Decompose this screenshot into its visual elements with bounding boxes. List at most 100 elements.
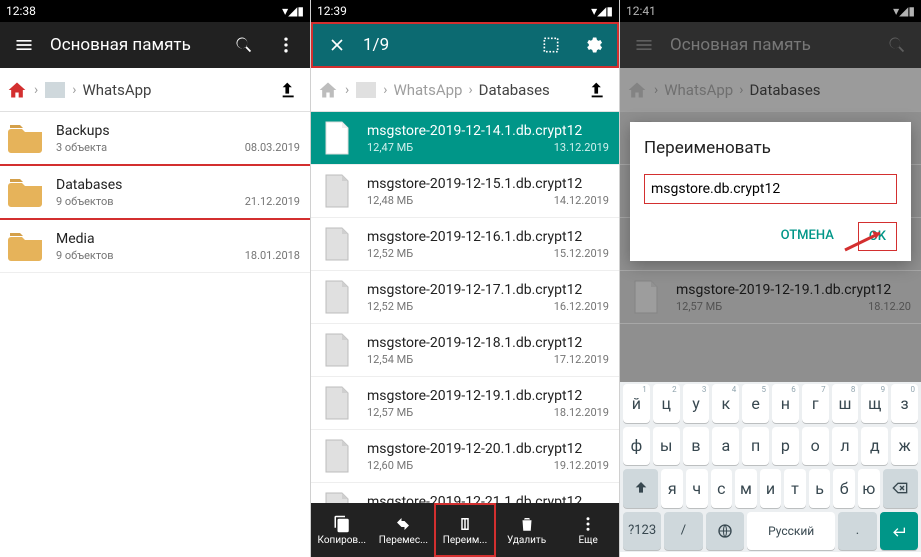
chevron-right-icon: ›	[70, 82, 78, 98]
breadcrumb-item[interactable]: WhatsApp	[82, 81, 151, 99]
up-icon[interactable]	[276, 76, 304, 104]
list-item[interactable]: msgstore-2019-12-16.1.db.crypt1212,52 МБ…	[311, 218, 619, 271]
gear-icon[interactable]	[577, 29, 609, 61]
item-name: msgstore-2019-12-15.1.db.crypt12	[367, 176, 609, 192]
key-м[interactable]: м	[735, 469, 757, 508]
list-item[interactable]: msgstore-2019-12-21.1.db.crypt1212,71 МБ…	[311, 483, 619, 503]
breadcrumb: › › WhatsApp › Databases	[311, 68, 619, 112]
item-sub: 12,57 МБ	[676, 300, 722, 313]
menu-icon[interactable]	[8, 29, 40, 61]
item-name: msgstore-2019-12-21.1.db.crypt12	[367, 494, 609, 504]
item-sub: 3 объекта	[56, 141, 107, 154]
key-з[interactable]: з0	[891, 384, 918, 423]
key-ы[interactable]: ы	[653, 427, 680, 466]
move-button[interactable]: Перемес...	[373, 503, 435, 557]
home-icon[interactable]	[317, 79, 339, 101]
item-date: 19.12.2019	[554, 459, 609, 472]
key-ь[interactable]: ь	[809, 469, 831, 508]
shift-key[interactable]	[623, 469, 658, 508]
item-sub: 12,52 МБ	[367, 300, 413, 313]
key-й[interactable]: й1	[623, 384, 650, 423]
list-item[interactable]: Databases9 объектов21.12.2019	[0, 166, 310, 220]
backspace-key[interactable]	[883, 469, 918, 508]
search-icon[interactable]	[228, 29, 260, 61]
key-п[interactable]: п	[742, 427, 769, 466]
key-а[interactable]: а	[712, 427, 739, 466]
item-name: Databases	[56, 177, 300, 193]
storage-icon[interactable]	[355, 79, 377, 101]
key-г[interactable]: г7	[802, 384, 829, 423]
key-н[interactable]: н6	[772, 384, 799, 423]
list-item[interactable]: msgstore-2019-12-19.1.db.crypt1212,57 МБ…	[620, 271, 921, 324]
status-icons: ▾◢▮	[591, 4, 613, 18]
key-ш[interactable]: ш8	[832, 384, 859, 423]
key-к[interactable]: к4	[712, 384, 739, 423]
key-д[interactable]: д	[861, 427, 888, 466]
list-item[interactable]: Media9 объектов18.01.2018	[0, 220, 310, 273]
storage-icon[interactable]	[44, 79, 66, 101]
item-date: 13.12.2019	[554, 141, 609, 154]
key-ц[interactable]: ц2	[653, 384, 680, 423]
delete-button[interactable]: Удалить	[496, 503, 558, 557]
more-button[interactable]: Еще	[557, 503, 619, 557]
slash-key[interactable]: /	[664, 512, 702, 551]
chevron-right-icon: ›	[737, 82, 745, 98]
item-name: msgstore-2019-12-18.1.db.crypt12	[367, 335, 609, 351]
action-bar: Копиров... Перемес... Переим... Удалить …	[311, 503, 619, 557]
key-р[interactable]: р	[772, 427, 799, 466]
key-в[interactable]: в	[683, 427, 710, 466]
space-key[interactable]: Русский	[747, 512, 835, 551]
breadcrumb-item[interactable]: WhatsApp	[393, 81, 462, 99]
list-item[interactable]: msgstore-2019-12-20.1.db.crypt1212,60 МБ…	[311, 430, 619, 483]
key-ф[interactable]: ф	[623, 427, 650, 466]
screenshot-3: 12:41 ▾◢▮ Основная память › WhatsApp › D…	[620, 0, 921, 557]
breadcrumb-item[interactable]: Databases	[479, 81, 550, 99]
home-icon[interactable]	[626, 79, 648, 101]
chevron-right-icon: ›	[32, 82, 40, 98]
menu-icon[interactable]	[628, 29, 660, 61]
cancel-button[interactable]: ОТМЕНА	[771, 222, 844, 251]
key-т[interactable]: т	[784, 469, 806, 508]
key-ю[interactable]: ю	[858, 469, 880, 508]
dot-key[interactable]: .	[838, 512, 876, 551]
item-sub: 12,48 МБ	[367, 194, 413, 207]
list-item[interactable]: Backups3 объекта08.03.2019	[0, 112, 310, 166]
overflow-icon[interactable]	[270, 29, 302, 61]
item-date: 16.12.2019	[554, 300, 609, 313]
list-item[interactable]: msgstore-2019-12-17.1.db.crypt1212,52 МБ…	[311, 271, 619, 324]
list-item[interactable]: msgstore-2019-12-18.1.db.crypt1212,54 МБ…	[311, 324, 619, 377]
item-date: 18.12.2019	[554, 406, 609, 419]
item-date: 15.12.2019	[554, 247, 609, 260]
file-icon	[317, 118, 357, 158]
breadcrumb-item[interactable]: Databases	[749, 81, 820, 99]
search-icon[interactable]	[881, 29, 913, 61]
key-о[interactable]: о	[802, 427, 829, 466]
file-icon	[317, 489, 357, 503]
rename-input[interactable]	[644, 174, 897, 204]
home-icon[interactable]	[6, 79, 28, 101]
chevron-right-icon: ›	[343, 82, 351, 98]
key-с[interactable]: с	[711, 469, 733, 508]
up-icon[interactable]	[585, 76, 613, 104]
key-щ[interactable]: щ9	[861, 384, 888, 423]
key-б[interactable]: б	[833, 469, 855, 508]
status-time: 12:39	[317, 4, 347, 18]
numeric-key[interactable]: ?123	[623, 512, 661, 551]
key-ж[interactable]: ж	[891, 427, 918, 466]
key-е[interactable]: е5	[742, 384, 769, 423]
breadcrumb-item[interactable]: WhatsApp	[664, 81, 733, 99]
enter-key[interactable]	[880, 512, 918, 551]
list-item[interactable]: msgstore-2019-12-14.1.db.crypt1212,47 МБ…	[311, 112, 619, 165]
close-icon[interactable]	[321, 29, 353, 61]
key-я[interactable]: я	[661, 469, 683, 508]
key-л[interactable]: л	[832, 427, 859, 466]
key-ч[interactable]: ч	[686, 469, 708, 508]
rename-button[interactable]: Переим...	[434, 503, 496, 557]
select-all-icon[interactable]	[535, 29, 567, 61]
list-item[interactable]: msgstore-2019-12-15.1.db.crypt12 12,48 МБ…	[311, 165, 619, 218]
key-у[interactable]: у3	[683, 384, 710, 423]
copy-button[interactable]: Копиров...	[311, 503, 373, 557]
list-item[interactable]: msgstore-2019-12-19.1.db.crypt1212,57 МБ…	[311, 377, 619, 430]
globe-key[interactable]	[706, 512, 744, 551]
key-и[interactable]: и	[760, 469, 782, 508]
